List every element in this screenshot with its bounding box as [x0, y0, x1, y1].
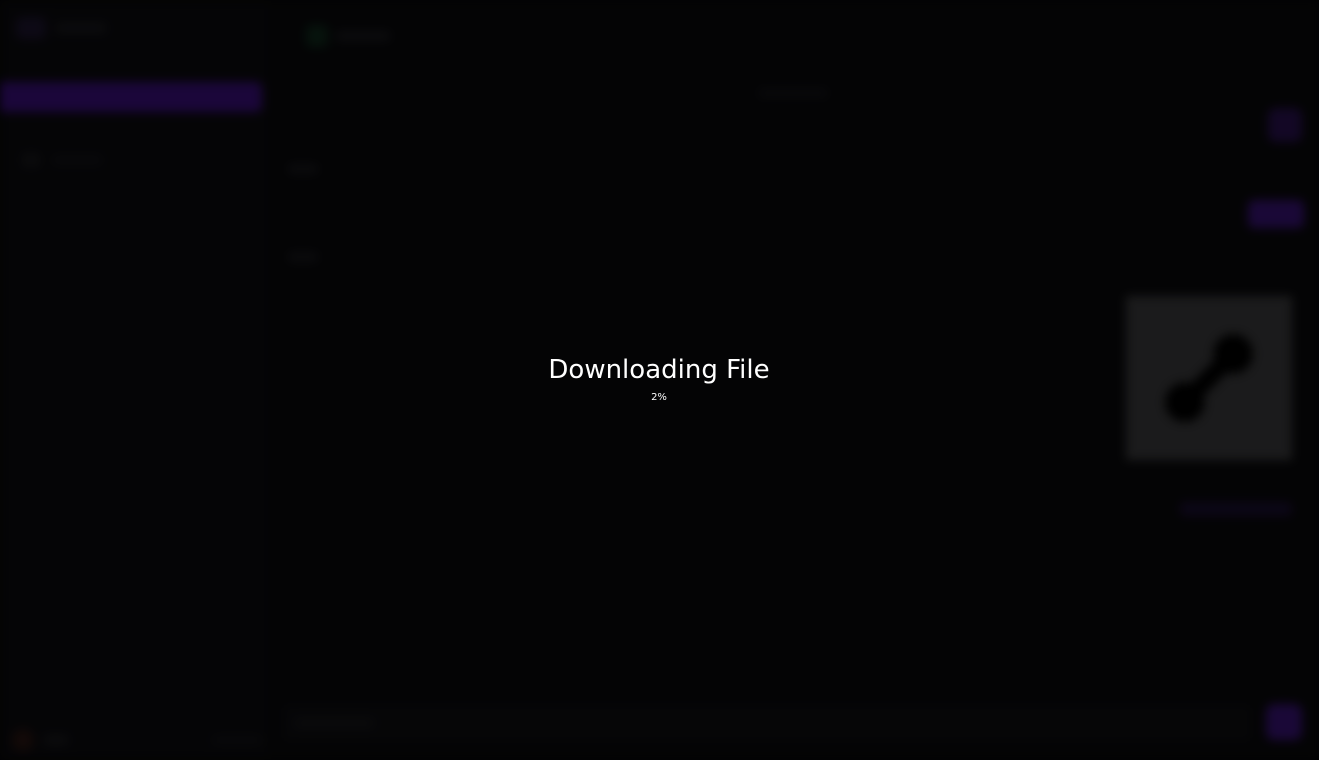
download-dialog: Downloading File 2% [459, 352, 859, 416]
progress-text: 2% [651, 392, 667, 403]
modal-overlay: Downloading File 2% [0, 0, 1319, 760]
dialog-title: Downloading File [548, 355, 770, 385]
